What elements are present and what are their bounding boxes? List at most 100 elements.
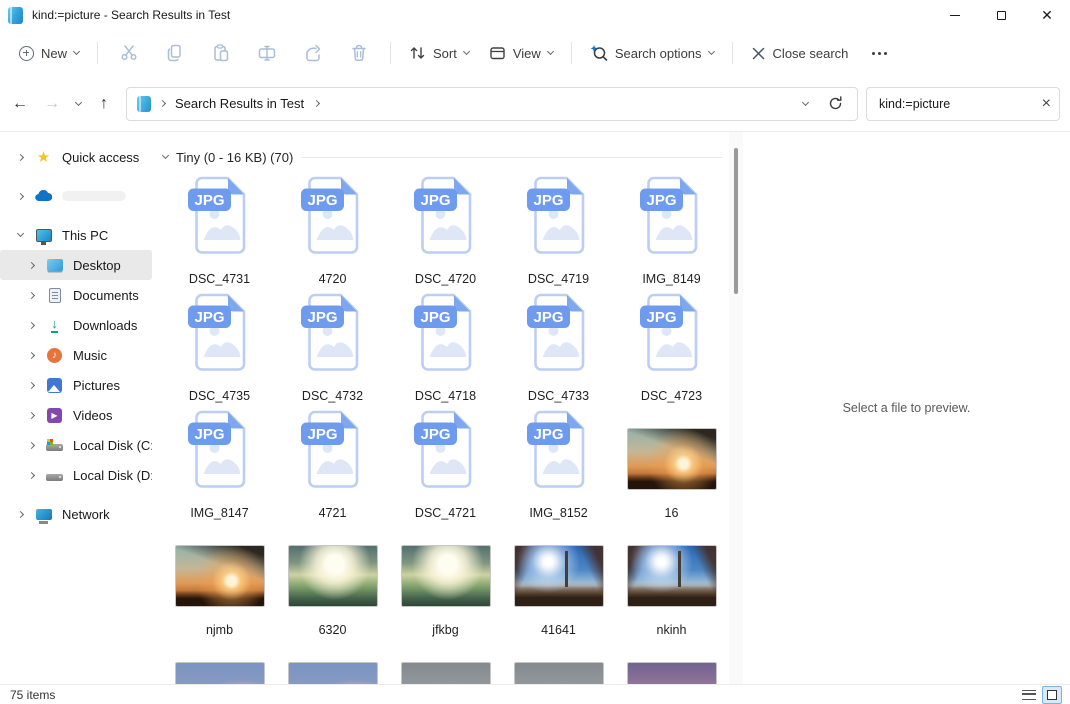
file-tile[interactable] — [276, 640, 389, 684]
group-header[interactable]: Tiny (0 - 16 KB) (70) — [163, 146, 729, 168]
file-explorer-window: kind:=picture - Search Results in Test ✕… — [0, 0, 1070, 704]
sort-button[interactable]: Sort — [400, 38, 478, 68]
minimize-button[interactable] — [932, 0, 978, 30]
navigation-pane: ★ Quick access This PC Desktop — [0, 132, 152, 684]
file-tile[interactable]: DSC_4733 — [502, 289, 615, 406]
new-button[interactable]: New — [10, 39, 88, 68]
file-tile[interactable]: DSC_4718 — [389, 289, 502, 406]
downloads-icon: ↓ — [46, 317, 63, 334]
file-tile[interactable]: nkinh — [615, 523, 728, 640]
view-button[interactable]: View — [480, 38, 562, 68]
documents-icon — [46, 287, 63, 304]
chevron-right-icon — [27, 471, 34, 478]
back-button[interactable]: ← — [4, 88, 36, 120]
file-tile[interactable]: DSC_4723 — [615, 289, 728, 406]
jpg-file-icon — [300, 412, 366, 490]
delete-button[interactable] — [337, 37, 381, 69]
close-search-button[interactable]: Close search — [742, 39, 858, 68]
rename-icon — [258, 44, 276, 62]
collapse-chevron-icon — [162, 152, 169, 159]
file-tile[interactable]: 41641 — [502, 523, 615, 640]
sidebar-item-videos[interactable]: ▶ Videos — [0, 400, 152, 430]
file-tile[interactable]: njmb — [163, 523, 276, 640]
preview-pane: Select a file to preview. — [743, 132, 1070, 684]
chevron-right-icon — [27, 261, 34, 268]
chevron-right-icon — [27, 351, 34, 358]
sidebar-item-pictures[interactable]: Pictures — [0, 370, 152, 400]
sidebar-item-quick-access[interactable]: ★ Quick access — [0, 142, 152, 172]
sidebar-item-desktop[interactable]: Desktop — [0, 250, 152, 280]
file-tile[interactable]: IMG_8147 — [163, 406, 276, 523]
copy-button[interactable] — [153, 37, 197, 69]
address-dropdown-button[interactable] — [795, 88, 815, 120]
folder-icon — [137, 96, 151, 112]
file-name: DSC_4731 — [189, 272, 250, 286]
sidebar-item-network[interactable]: Network — [0, 499, 152, 529]
file-tile[interactable]: 6320 — [276, 523, 389, 640]
share-button[interactable] — [291, 37, 335, 69]
thumbnail-view-button[interactable] — [1042, 686, 1062, 704]
title-bar: kind:=picture - Search Results in Test ✕ — [0, 0, 1070, 30]
up-button[interactable]: ↑ — [88, 88, 120, 120]
image-thumbnail — [627, 545, 717, 607]
sidebar-item-local-disk-c[interactable]: Local Disk (C:) — [0, 430, 152, 460]
sidebar-item-music[interactable]: ♪ Music — [0, 340, 152, 370]
chevron-right-icon — [16, 510, 23, 517]
sidebar-item-documents[interactable]: Documents — [0, 280, 152, 310]
close-x-icon — [751, 46, 766, 61]
file-tile[interactable]: DSC_4732 — [276, 289, 389, 406]
status-bar: 75 items — [0, 684, 1070, 704]
file-tile[interactable]: DSC_4735 — [163, 289, 276, 406]
file-tile[interactable]: 4720 — [276, 172, 389, 289]
forward-button[interactable]: → — [36, 88, 68, 120]
details-view-button[interactable] — [1022, 690, 1036, 700]
file-tile[interactable]: DSC_4720 — [389, 172, 502, 289]
breadcrumb[interactable]: Search Results in Test — [175, 96, 304, 111]
file-tile[interactable]: 16 — [615, 406, 728, 523]
refresh-button[interactable] — [819, 88, 851, 120]
recent-locations-button[interactable] — [68, 88, 88, 120]
cut-icon — [120, 44, 138, 62]
search-options-button[interactable]: Search options — [581, 38, 723, 69]
vertical-scrollbar[interactable] — [729, 132, 743, 684]
chevron-down-icon — [74, 98, 81, 105]
file-tile[interactable] — [502, 640, 615, 684]
file-tile[interactable] — [389, 640, 502, 684]
sidebar-item-this-pc[interactable]: This PC — [0, 220, 152, 250]
paste-button[interactable] — [199, 37, 243, 69]
file-tile[interactable]: IMG_8152 — [502, 406, 615, 523]
file-name: 4720 — [319, 272, 347, 286]
file-tile[interactable]: jfkbg — [389, 523, 502, 640]
search-box[interactable]: kind:=picture × — [866, 87, 1060, 121]
rename-button[interactable] — [245, 37, 289, 69]
file-tile[interactable]: DSC_4721 — [389, 406, 502, 523]
clear-search-icon[interactable]: × — [1042, 96, 1051, 112]
sidebar-item-onedrive[interactable] — [0, 181, 152, 211]
file-tile[interactable]: IMG_8149 — [615, 172, 728, 289]
preview-placeholder: Select a file to preview. — [843, 401, 971, 415]
file-tile[interactable] — [615, 640, 728, 684]
sidebar-item-label: Music — [73, 348, 107, 363]
file-name: DSC_4721 — [415, 506, 476, 520]
file-tile[interactable] — [163, 640, 276, 684]
image-thumbnail — [175, 662, 265, 684]
more-options-button[interactable] — [859, 45, 900, 62]
sidebar-item-local-disk-d[interactable]: Local Disk (D:) — [0, 460, 152, 490]
chevron-right-icon — [27, 381, 34, 388]
toolbar-separator — [390, 42, 391, 64]
sidebar-item-downloads[interactable]: ↓ Downloads — [0, 310, 152, 340]
onedrive-cloud-icon — [35, 188, 52, 205]
file-tile[interactable]: DSC_4719 — [502, 172, 615, 289]
address-bar[interactable]: Search Results in Test — [126, 87, 858, 121]
cut-button[interactable] — [107, 37, 151, 69]
maximize-button[interactable] — [978, 0, 1024, 30]
sidebar-item-label: Local Disk (C:) — [73, 438, 152, 453]
chevron-right-icon — [27, 321, 34, 328]
delete-icon — [350, 44, 368, 62]
scrollbar-thumb[interactable] — [734, 148, 738, 294]
close-button[interactable]: ✕ — [1024, 0, 1070, 30]
chevron-right-icon — [27, 291, 34, 298]
search-input[interactable]: kind:=picture — [879, 97, 1042, 111]
file-tile[interactable]: 4721 — [276, 406, 389, 523]
file-tile[interactable]: DSC_4731 — [163, 172, 276, 289]
